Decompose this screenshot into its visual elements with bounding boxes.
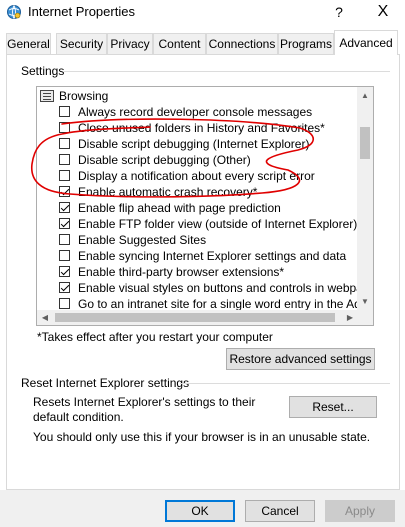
checkbox[interactable] <box>59 250 70 261</box>
tab-security[interactable]: Security <box>56 33 107 54</box>
ok-button[interactable]: OK <box>165 500 235 522</box>
dialog-footer: OK Cancel Apply <box>0 490 405 527</box>
item-label: Enable FTP folder view (outside of Inter… <box>78 217 358 231</box>
restart-note: *Takes effect after you restart your com… <box>37 330 273 344</box>
apply-button[interactable]: Apply <box>325 500 395 522</box>
item-label: Enable third-party browser extensions* <box>78 265 285 279</box>
help-button[interactable]: ? <box>328 1 350 23</box>
category-label: Browsing <box>59 89 109 103</box>
horizontal-scrollbar[interactable]: ◀ ▶ <box>36 310 359 326</box>
settings-list[interactable]: Browsing Always record developer console… <box>36 86 359 326</box>
tab-general[interactable]: General <box>6 33 51 54</box>
restore-advanced-settings-button[interactable]: Restore advanced settings <box>226 348 375 370</box>
tab-connections[interactable]: Connections <box>206 33 278 54</box>
checkbox[interactable] <box>59 202 70 213</box>
window-title: Internet Properties <box>28 4 135 19</box>
item-label: Enable syncing Internet Explorer setting… <box>78 249 347 263</box>
checkbox[interactable] <box>59 298 70 309</box>
item-label: Enable automatic crash recovery* <box>78 185 258 199</box>
checkbox[interactable] <box>59 138 70 149</box>
tab-content[interactable]: Content <box>153 33 206 54</box>
close-button[interactable]: X <box>366 1 400 23</box>
checkbox[interactable] <box>59 218 70 229</box>
item-label: Enable Suggested Sites <box>78 233 207 247</box>
reset-description: Resets Internet Explorer's settings to t… <box>33 395 256 424</box>
checkbox[interactable] <box>59 266 70 277</box>
checkbox[interactable] <box>59 186 70 197</box>
item-label: Disable script debugging (Internet Explo… <box>78 137 310 151</box>
scroll-left-icon[interactable]: ◀ <box>37 310 53 326</box>
reset-warning: You should only use this if your browser… <box>33 430 371 444</box>
reset-divider <box>180 383 390 384</box>
title-bar: Internet Properties ? X <box>0 0 405 26</box>
checkbox[interactable] <box>59 154 70 165</box>
tab-programs[interactable]: Programs <box>278 33 334 54</box>
tab-advanced[interactable]: Advanced <box>334 30 398 55</box>
internet-globe-icon <box>7 5 21 19</box>
reset-group-label: Reset Internet Explorer settings <box>21 376 190 390</box>
scrollbar-corner <box>357 310 374 326</box>
settings-divider <box>64 71 390 72</box>
folder-icon <box>40 90 54 102</box>
checkbox[interactable] <box>59 170 70 181</box>
vertical-scroll-thumb[interactable] <box>360 127 370 159</box>
scroll-up-icon[interactable]: ▲ <box>357 87 373 104</box>
checkbox[interactable] <box>59 282 70 293</box>
checkbox[interactable] <box>59 122 70 133</box>
checkbox[interactable] <box>59 234 70 245</box>
cancel-button[interactable]: Cancel <box>245 500 315 522</box>
item-label: Enable visual styles on buttons and cont… <box>78 281 359 295</box>
horizontal-scroll-thumb[interactable] <box>55 313 335 322</box>
item-label: Display a notification about every scrip… <box>78 169 315 183</box>
vertical-scrollbar[interactable]: ▲ ▼ <box>357 86 374 311</box>
scroll-right-icon[interactable]: ▶ <box>342 310 358 326</box>
item-label: Close unused folders in History and Favo… <box>78 121 325 135</box>
item-label: Always record developer console messages <box>78 105 313 119</box>
scroll-down-icon[interactable]: ▼ <box>357 293 373 310</box>
item-label: Enable flip ahead with page prediction <box>78 201 281 215</box>
settings-group-label: Settings <box>21 64 65 78</box>
reset-button[interactable]: Reset... <box>289 396 377 418</box>
item-label: Disable script debugging (Other) <box>78 153 251 167</box>
checkbox[interactable] <box>59 106 70 117</box>
tab-privacy[interactable]: Privacy <box>107 33 153 54</box>
tab-strip: General Security Privacy Content Connect… <box>6 30 400 55</box>
